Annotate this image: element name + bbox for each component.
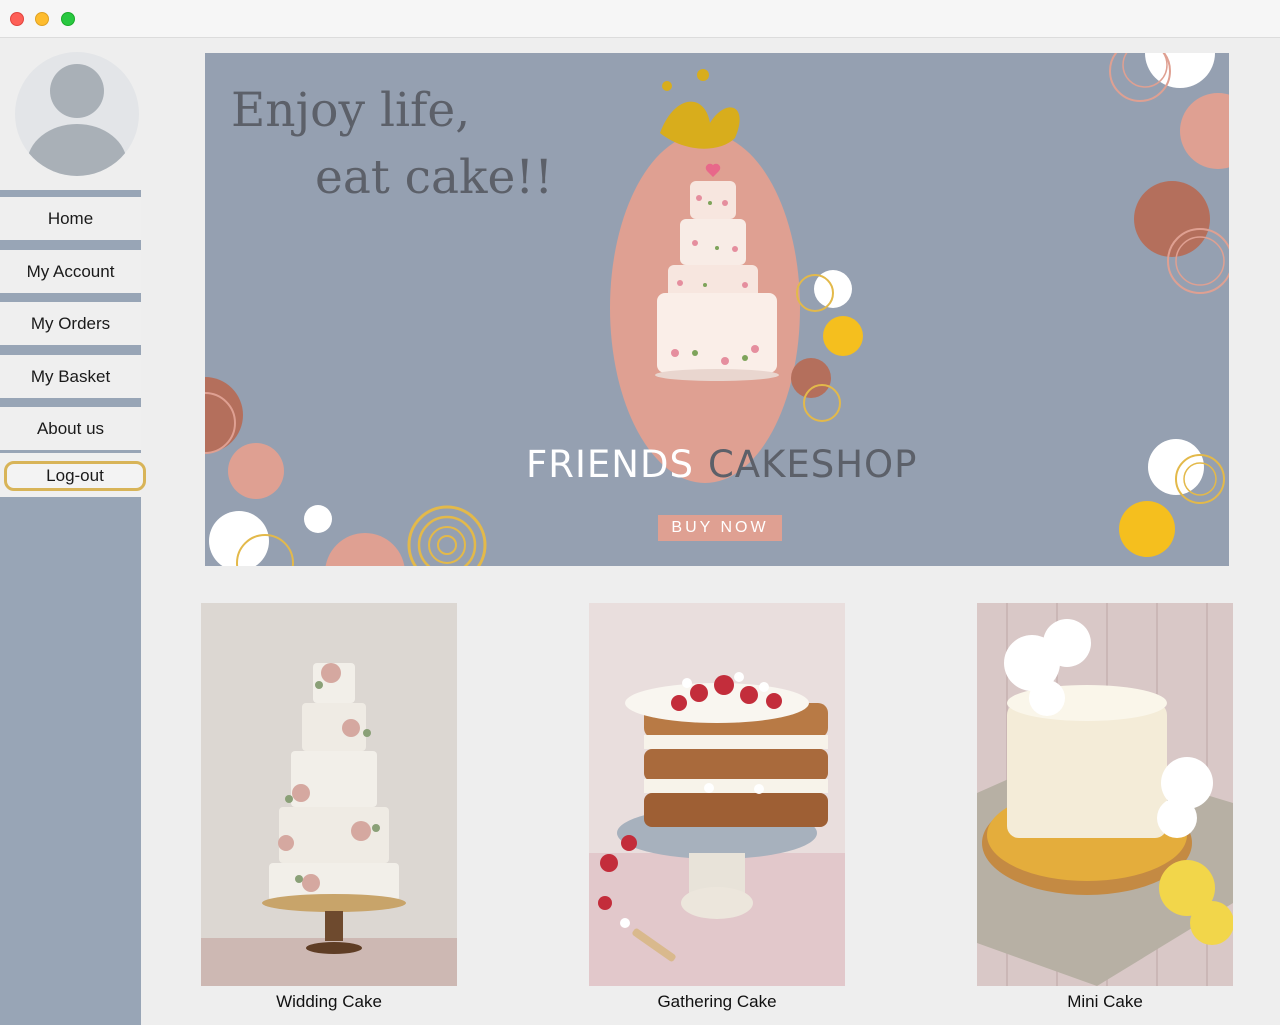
product-card-gathering: Gathering Cake [589, 603, 845, 1012]
avatar-icon[interactable] [15, 52, 139, 176]
product-name[interactable]: Mini Cake [977, 992, 1233, 1012]
wedding-cake-image[interactable] [201, 603, 457, 986]
product-name[interactable]: Widding Cake [201, 992, 457, 1012]
maximize-window-button[interactable] [61, 12, 75, 26]
sidebar-item-my-account[interactable]: My Account [0, 250, 141, 293]
brand-name: FRIENDS CAKESHOP [526, 443, 917, 486]
sidebar-item-about-us[interactable]: About us [0, 407, 141, 450]
product-name[interactable]: Gathering Cake [589, 992, 845, 1012]
product-card-mini: Mini Cake [977, 603, 1233, 1012]
mini-cake-image[interactable] [977, 603, 1233, 986]
app-window: Home My Account My Orders My Basket Abou… [0, 0, 1280, 1025]
gathering-cake-image[interactable] [589, 603, 845, 986]
brand-word-friends: FRIENDS [526, 443, 694, 486]
banner-tagline-line1: Enjoy life, [231, 83, 471, 138]
sidebar-item-my-orders[interactable]: My Orders [0, 302, 141, 345]
banner-tagline-line2: eat cake!! [315, 150, 554, 205]
title-bar [0, 0, 1280, 38]
sidebar-item-my-basket[interactable]: My Basket [0, 355, 141, 398]
sidebar-item-home[interactable]: Home [0, 197, 141, 240]
avatar-container [0, 38, 141, 190]
product-card-wedding: Widding Cake [201, 603, 457, 1012]
minimize-window-button[interactable] [35, 12, 49, 26]
sidebar: Home My Account My Orders My Basket Abou… [0, 38, 146, 1025]
logout-container: Log-out [0, 453, 146, 497]
brand-word-cakeshop: CAKESHOP [707, 443, 918, 486]
hero-banner[interactable]: Enjoy life, eat cake!! FRIENDS CAKESHOP B… [205, 53, 1229, 566]
buy-now-button[interactable]: BUY NOW [658, 515, 782, 541]
logout-button[interactable]: Log-out [4, 461, 146, 491]
close-window-button[interactable] [10, 12, 24, 26]
